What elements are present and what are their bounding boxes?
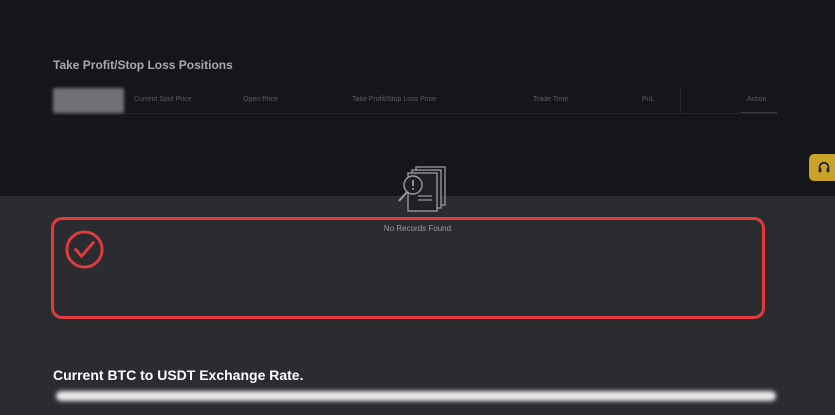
section-title: Take Profit/Stop Loss Positions <box>53 58 233 72</box>
highlight-frame <box>51 217 765 319</box>
column-divider <box>680 88 681 113</box>
column-tp-sl-price: Take Profit/Stop Loss Price <box>352 96 437 103</box>
support-button[interactable] <box>809 154 835 181</box>
blurred-tab[interactable] <box>53 88 124 113</box>
column-action: Action <box>747 96 767 103</box>
column-trade-time: Trade Time <box>533 96 569 103</box>
check-circle-icon <box>65 230 104 269</box>
column-current-spot-price: Current Spot Price <box>134 96 192 103</box>
document-search-icon <box>398 166 446 212</box>
column-pnl: PnL <box>642 96 655 103</box>
blurred-rate-value <box>56 391 776 401</box>
exchange-rate-title: Current BTC to USDT Exchange Rate. <box>53 367 304 383</box>
headset-icon <box>818 161 830 172</box>
action-underline <box>741 112 777 113</box>
table-header: Current Spot Price Open Price Take Profi… <box>53 88 777 114</box>
column-open-price: Open Price <box>243 96 279 103</box>
